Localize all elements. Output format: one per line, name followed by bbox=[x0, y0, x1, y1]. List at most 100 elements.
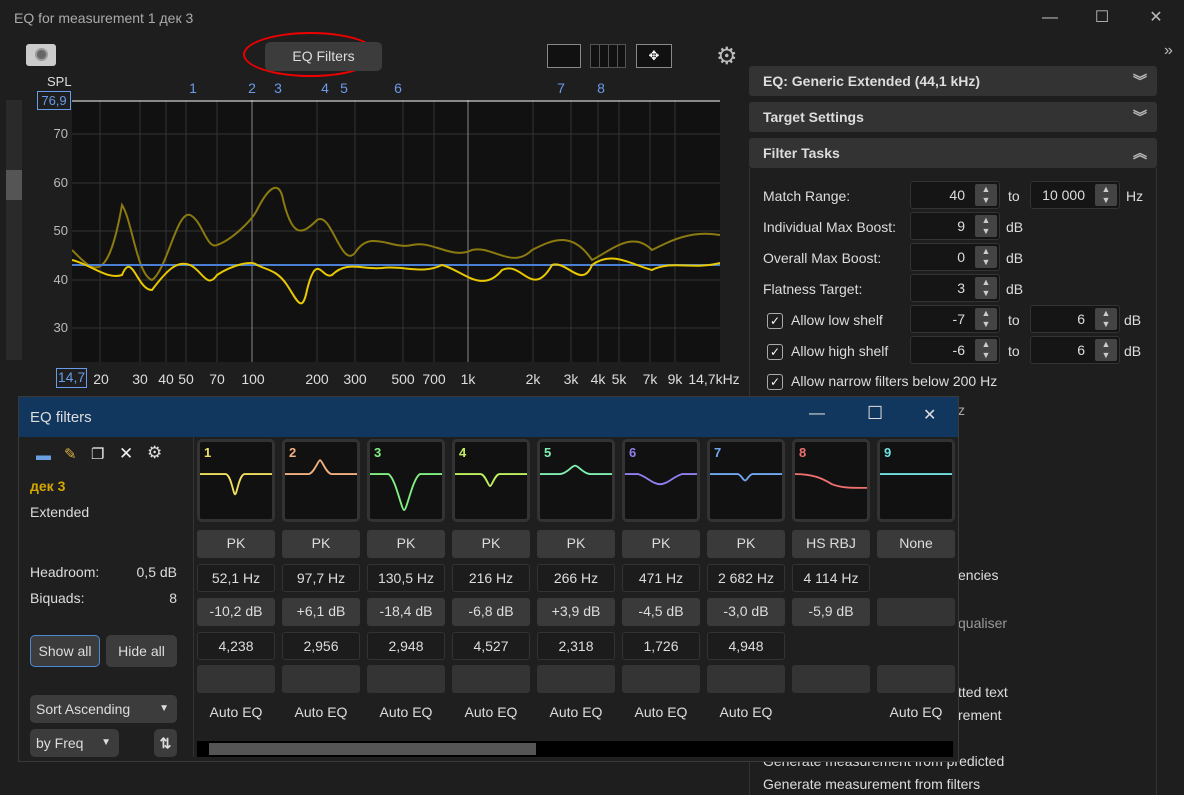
filter-type-field[interactable]: PK bbox=[537, 530, 615, 558]
high-shelf-to[interactable]: 6 ▲ ▼ bbox=[1030, 336, 1120, 364]
filter-gain-field[interactable] bbox=[877, 598, 955, 626]
individual-max-boost-input[interactable]: 9 ▲ ▼ bbox=[910, 212, 1000, 240]
filter-preview-6[interactable]: 6 bbox=[622, 439, 700, 522]
gear-icon[interactable]: ⚙ bbox=[716, 42, 738, 71]
filter-toggle-field[interactable] bbox=[622, 665, 700, 693]
filter-gain-field[interactable]: -3,0 dB bbox=[707, 598, 785, 626]
sort-by-select[interactable]: by Freq ▼ bbox=[30, 729, 119, 757]
filter-toggle-field[interactable] bbox=[367, 665, 445, 693]
check-icon[interactable]: ✓ bbox=[767, 374, 783, 391]
filter-toggle-field[interactable] bbox=[452, 665, 530, 693]
match-range-to[interactable]: 10 000 ▲ ▼ bbox=[1030, 181, 1120, 209]
filter-gain-field[interactable]: -6,8 dB bbox=[452, 598, 530, 626]
allow-high-shelf-checkbox[interactable]: ✓ Allow high shelf bbox=[767, 343, 888, 361]
partial-text[interactable]: encies bbox=[958, 567, 998, 583]
minimize-button[interactable]: — bbox=[1030, 4, 1070, 32]
filter-freq-field[interactable]: 471 Hz bbox=[622, 564, 700, 592]
sort-order-select[interactable]: Sort Ascending ▼ bbox=[30, 695, 177, 723]
spinner-icon[interactable]: ▲ ▼ bbox=[975, 184, 997, 206]
filter-freq-field[interactable]: 97,7 Hz bbox=[282, 564, 360, 592]
columns-icon[interactable] bbox=[590, 44, 626, 68]
filter-toggle-field[interactable] bbox=[282, 665, 360, 693]
filter-q-field[interactable]: 2,318 bbox=[537, 632, 615, 660]
spinner-icon[interactable]: ▲ ▼ bbox=[975, 308, 997, 330]
filter-preview-4[interactable]: 4 bbox=[452, 439, 530, 522]
partial-text[interactable]: qualiser bbox=[958, 615, 1007, 631]
generate-from-filters[interactable]: Generate measurement from filters bbox=[763, 776, 980, 792]
eq-filters-button[interactable]: EQ Filters bbox=[265, 42, 382, 71]
partial-text[interactable]: tted text bbox=[958, 684, 1008, 700]
open-folder-icon[interactable]: ▬ bbox=[36, 447, 51, 464]
spinner-icon[interactable]: ▲ ▼ bbox=[975, 339, 997, 361]
spinner-icon[interactable]: ▲ ▼ bbox=[975, 277, 997, 299]
filter-freq-field[interactable]: 266 Hz bbox=[537, 564, 615, 592]
filter-toggle-field[interactable] bbox=[792, 665, 870, 693]
spinner-icon[interactable]: ▲ ▼ bbox=[975, 246, 997, 268]
hide-all-button[interactable]: Hide all bbox=[106, 635, 177, 667]
filter-type-field[interactable]: PK bbox=[622, 530, 700, 558]
filter-type-field[interactable]: PK bbox=[367, 530, 445, 558]
filter-q-field[interactable]: 4,527 bbox=[452, 632, 530, 660]
collapse-panel-icon[interactable]: » bbox=[1164, 42, 1173, 60]
filter-preview-9[interactable]: 9 bbox=[877, 439, 955, 522]
close-button[interactable]: ✕ bbox=[1136, 4, 1176, 32]
filter-gain-field[interactable]: -5,9 dB bbox=[792, 598, 870, 626]
low-shelf-from[interactable]: -7 ▲ ▼ bbox=[910, 305, 1000, 333]
filter-preview-2[interactable]: 2 bbox=[282, 439, 360, 522]
frequency-response-graph[interactable] bbox=[72, 100, 720, 362]
filter-toggle-field[interactable] bbox=[877, 665, 955, 693]
filter-freq-field[interactable]: 130,5 Hz bbox=[367, 564, 445, 592]
dialog-minimize-button[interactable]: — bbox=[809, 405, 825, 423]
edit-icon[interactable]: ✎ bbox=[64, 445, 77, 463]
flatness-target-input[interactable]: 3 ▲ ▼ bbox=[910, 274, 1000, 302]
spinner-icon[interactable]: ▲ ▼ bbox=[1095, 184, 1117, 206]
partial-text[interactable]: rement bbox=[958, 707, 1002, 723]
monitor-icon[interactable] bbox=[547, 44, 581, 68]
filter-type-field[interactable]: None bbox=[877, 530, 955, 558]
filter-gain-field[interactable]: +3,9 dB bbox=[537, 598, 615, 626]
fit-icon[interactable]: ✥ bbox=[636, 44, 672, 68]
filter-q-field[interactable]: 4,238 bbox=[197, 632, 275, 660]
camera-icon[interactable] bbox=[26, 44, 56, 66]
show-all-button[interactable]: Show all bbox=[30, 635, 100, 667]
clear-icon[interactable]: ✕ bbox=[119, 444, 133, 464]
y-scrollbar[interactable] bbox=[6, 100, 22, 360]
section-filter-tasks[interactable]: Filter Tasks ︽ bbox=[749, 138, 1157, 168]
section-target-settings[interactable]: Target Settings ︾ bbox=[749, 102, 1157, 132]
spinner-icon[interactable]: ▲ ▼ bbox=[1095, 339, 1117, 361]
check-icon[interactable]: ✓ bbox=[767, 344, 783, 361]
filter-q-field[interactable]: 4,948 bbox=[707, 632, 785, 660]
filter-type-field[interactable]: PK bbox=[282, 530, 360, 558]
filter-preview-8[interactable]: 8 bbox=[792, 439, 870, 522]
filter-preview-5[interactable]: 5 bbox=[537, 439, 615, 522]
copy-icon[interactable]: ❐ bbox=[91, 445, 104, 463]
check-icon[interactable]: ✓ bbox=[767, 313, 783, 330]
filter-q-field[interactable]: 2,948 bbox=[367, 632, 445, 660]
filter-gain-field[interactable]: +6,1 dB bbox=[282, 598, 360, 626]
spinner-icon[interactable]: ▲ ▼ bbox=[1095, 308, 1117, 330]
allow-narrow-filters-checkbox[interactable]: ✓ Allow narrow filters below 200 Hz bbox=[767, 373, 997, 391]
filter-freq-field[interactable]: 216 Hz bbox=[452, 564, 530, 592]
filter-type-field[interactable]: HS RBJ bbox=[792, 530, 870, 558]
filter-q-field[interactable]: 2,956 bbox=[282, 632, 360, 660]
y-top-field[interactable]: 76,9 bbox=[37, 91, 71, 110]
dialog-close-button[interactable]: ✕ bbox=[923, 405, 936, 425]
match-range-from[interactable]: 40 ▲ ▼ bbox=[910, 181, 1000, 209]
horizontal-scrollbar[interactable] bbox=[197, 741, 953, 757]
filter-q-field[interactable]: 1,726 bbox=[622, 632, 700, 660]
filter-toggle-field[interactable] bbox=[197, 665, 275, 693]
scrollbar-thumb[interactable] bbox=[209, 743, 536, 755]
low-shelf-to[interactable]: 6 ▲ ▼ bbox=[1030, 305, 1120, 333]
filter-toggle-field[interactable] bbox=[707, 665, 785, 693]
sort-direction-icon[interactable]: ⇅ bbox=[154, 729, 177, 757]
settings-icon[interactable]: ⚙ bbox=[147, 443, 162, 463]
filter-freq-field[interactable]: 52,1 Hz bbox=[197, 564, 275, 592]
maximize-button[interactable]: ☐ bbox=[1082, 4, 1122, 32]
spinner-icon[interactable]: ▲ ▼ bbox=[975, 215, 997, 237]
overall-max-boost-input[interactable]: 0 ▲ ▼ bbox=[910, 243, 1000, 271]
dialog-maximize-button[interactable]: ☐ bbox=[867, 403, 883, 424]
section-eq[interactable]: EQ: Generic Extended (44,1 kHz) ︾ bbox=[749, 66, 1157, 96]
filter-type-field[interactable]: PK bbox=[452, 530, 530, 558]
filter-gain-field[interactable]: -4,5 dB bbox=[622, 598, 700, 626]
allow-low-shelf-checkbox[interactable]: ✓ Allow low shelf bbox=[767, 312, 883, 330]
